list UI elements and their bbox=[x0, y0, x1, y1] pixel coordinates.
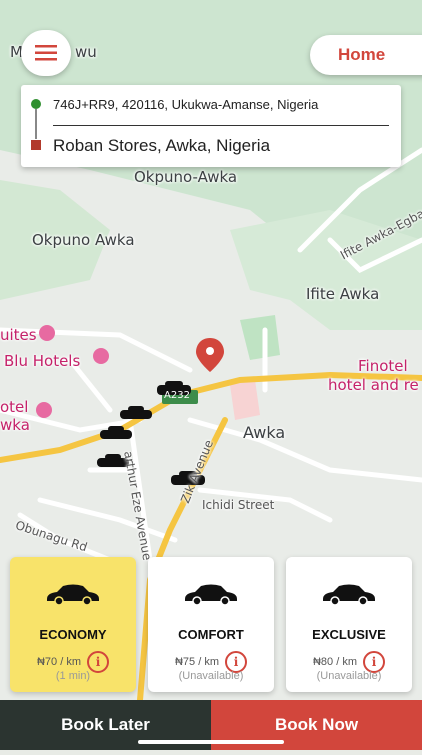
map-label: wu bbox=[75, 43, 97, 61]
route-connector bbox=[35, 109, 37, 139]
ride-options: ECONOMY ₦70 / km i (1 min) COMFORT ₦75 /… bbox=[10, 557, 412, 692]
ride-option-status: (1 min) bbox=[55, 670, 91, 682]
road-shield: A232 bbox=[164, 390, 190, 401]
route-card: 746J+RR9, 420116, Ukukwa-Amanse, Nigeria… bbox=[21, 85, 401, 167]
dropoff-address[interactable]: Roban Stores, Awka, Nigeria bbox=[53, 136, 270, 156]
divider bbox=[53, 125, 389, 126]
ride-option-name: ECONOMY bbox=[39, 627, 107, 642]
destination-square-icon bbox=[31, 140, 41, 150]
home-indicator bbox=[138, 740, 284, 744]
home-button[interactable]: Home bbox=[310, 35, 422, 75]
ride-option-name: COMFORT bbox=[178, 627, 244, 642]
menu-button[interactable] bbox=[21, 30, 71, 76]
ride-option-name: EXCLUSIVE bbox=[312, 627, 386, 642]
map-label: uites bbox=[0, 326, 37, 344]
hotel-icon bbox=[39, 325, 55, 341]
ride-option-price: ₦75 / km bbox=[174, 656, 219, 668]
map-label: Okpuno-Awka bbox=[134, 168, 238, 186]
car-icon bbox=[47, 584, 99, 605]
car-icon bbox=[185, 584, 237, 605]
map-label: Blu Hotels bbox=[4, 352, 81, 370]
ride-option-price: ₦70 / km bbox=[36, 656, 81, 668]
ride-option-exclusive[interactable]: EXCLUSIVE ₦80 / km i (Unavailable) bbox=[286, 557, 412, 692]
ride-option-status: (Unavailable) bbox=[316, 670, 382, 682]
map-label: Finotel bbox=[358, 357, 408, 375]
car-icon bbox=[323, 584, 375, 605]
pickup-address[interactable]: 746J+RR9, 420116, Ukukwa-Amanse, Nigeria bbox=[53, 97, 318, 112]
map-label: Ichidi Street bbox=[202, 498, 275, 512]
map-label: hotel and re bbox=[328, 376, 419, 394]
origin-dot-icon bbox=[31, 99, 41, 109]
ride-option-price: ₦80 / km bbox=[312, 656, 357, 668]
hamburger-icon bbox=[35, 45, 57, 61]
map-label: otel bbox=[0, 398, 29, 416]
hotel-icon bbox=[93, 348, 109, 364]
map-label: Okpuno Awka bbox=[32, 231, 135, 249]
ride-option-comfort[interactable]: COMFORT ₦75 / km i (Unavailable) bbox=[148, 557, 274, 692]
map-label: Ifite Awka bbox=[306, 285, 380, 303]
ride-option-status: (Unavailable) bbox=[178, 670, 244, 682]
ride-option-economy[interactable]: ECONOMY ₦70 / km i (1 min) bbox=[10, 557, 136, 692]
map-label: Awka bbox=[243, 423, 286, 442]
map-label: wka bbox=[0, 416, 30, 434]
hotel-icon bbox=[36, 402, 52, 418]
